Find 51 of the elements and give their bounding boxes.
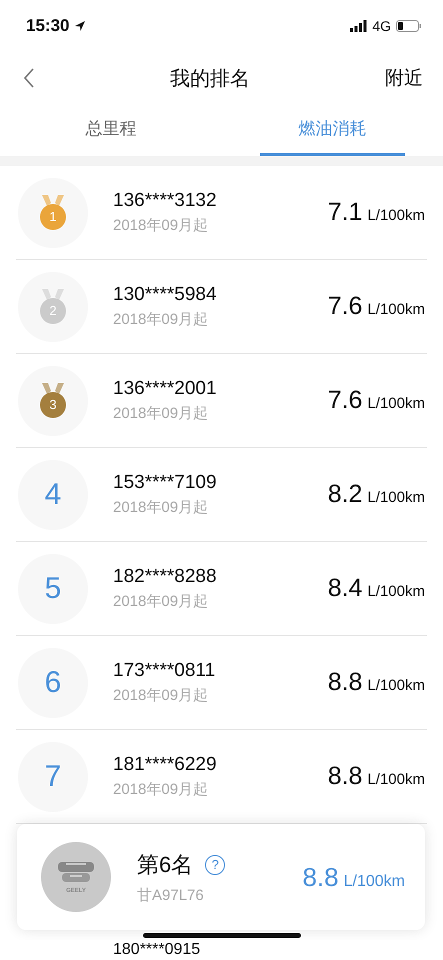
emblem-icon — [56, 860, 96, 884]
consumption-value: 7.1 — [328, 198, 362, 227]
unit-label: L/100km — [367, 301, 425, 318]
unit-label: L/100km — [367, 771, 425, 788]
signal-icon — [350, 20, 368, 32]
consumption-value: 8.4 — [328, 574, 362, 603]
status-time: 15:30 — [26, 16, 70, 36]
consumption-value: 7.6 — [328, 386, 362, 415]
since-date: 2018年09月起 — [113, 592, 210, 611]
user-name: 136****3132 — [113, 190, 218, 212]
battery-icon — [396, 20, 421, 32]
consumption-value: 8.8 — [328, 762, 362, 791]
user-name: 153****7109 — [113, 472, 218, 494]
unit-label: L/100km — [344, 872, 405, 890]
unit-label: L/100km — [367, 489, 425, 506]
consumption-value: 8.8 — [328, 668, 362, 697]
consumption-value: 8.2 — [328, 480, 362, 509]
location-arrow-icon — [74, 20, 86, 32]
unit-label: L/100km — [367, 677, 425, 694]
since-date: 2018年09月起 — [113, 310, 210, 329]
rank-number: 4 — [44, 478, 62, 512]
back-icon — [24, 68, 35, 88]
unit-label: L/100km — [367, 583, 425, 600]
help-button[interactable]: ? — [205, 854, 226, 874]
consumption-value: 7.6 — [328, 292, 362, 321]
my-rank-label: 第6名 — [137, 850, 194, 878]
nearby-button[interactable]: 附近 — [385, 65, 423, 91]
since-date: 2018年09月起 — [113, 780, 210, 799]
user-name: 181****6229 — [113, 754, 218, 776]
user-name: 173****0811 — [113, 660, 216, 682]
rank-number: 5 — [44, 572, 62, 606]
rank-number: 1 — [48, 208, 58, 224]
since-date: 2018年09月起 — [113, 498, 210, 517]
tab[interactable]: 总里程 — [38, 104, 184, 156]
back-button[interactable] — [24, 68, 35, 88]
since-date: 2018年09月起 — [113, 404, 210, 423]
unit-label: L/100km — [367, 207, 425, 224]
since-date: 2018年09月起 — [113, 686, 210, 705]
network-label: 4G — [372, 18, 391, 34]
user-name: 130****5984 — [113, 284, 218, 306]
rank-number: 7 — [44, 760, 62, 794]
user-name: 180****0915 — [113, 941, 200, 958]
my-consumption-value: 8.8 — [302, 862, 339, 892]
page-title: 我的排名 — [170, 66, 250, 92]
rank-number: 3 — [48, 396, 58, 412]
since-date: 2018年09月起 — [113, 216, 210, 235]
rank-number: 6 — [44, 666, 62, 700]
user-name: 136****2001 — [113, 378, 218, 400]
user-name: 182****8288 — [113, 566, 218, 588]
license-plate: 甘A97L76 — [137, 886, 205, 904]
unit-label: L/100km — [367, 395, 425, 412]
